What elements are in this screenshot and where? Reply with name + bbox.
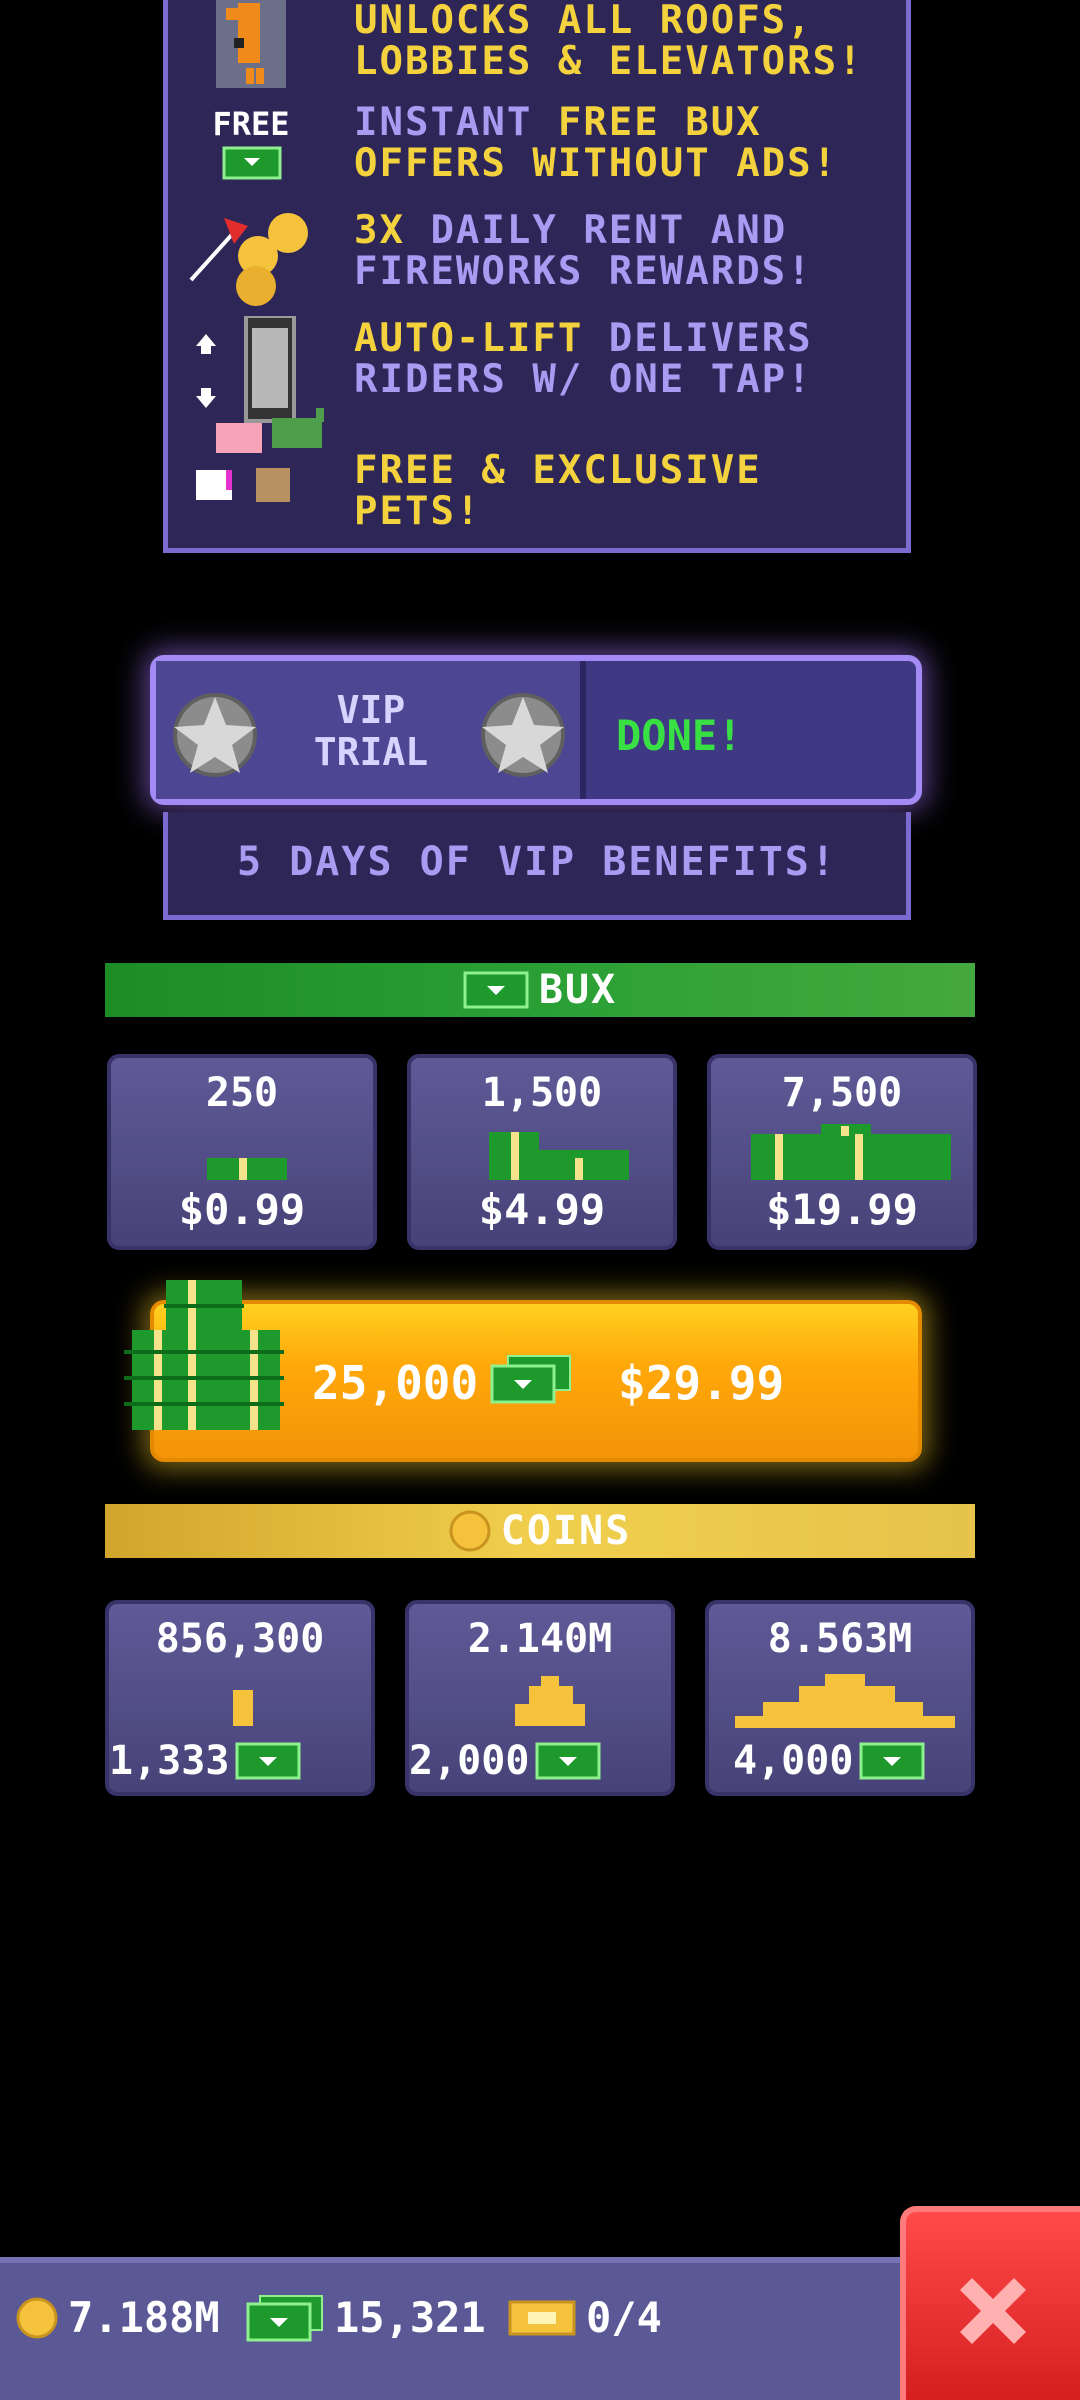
benefit-text: FREE & EXCLUSIVE PETS! bbox=[354, 450, 914, 532]
vip-trial-description: 5 DAYS OF VIP BENEFITS! bbox=[163, 812, 911, 920]
benefit-segment: DELIVERS bbox=[583, 316, 813, 361]
cash-pile-icon bbox=[124, 1280, 284, 1430]
coin-stack-icon bbox=[709, 1670, 971, 1730]
benefit-free-bux: FREE INSTANT FREE BUX OFFERS WITHOUT ADS! bbox=[168, 100, 906, 200]
bux-icon bbox=[859, 1742, 925, 1780]
benefit-segment: AUTO-LIFT bbox=[354, 316, 584, 361]
coin-pack-cost: 2,000 bbox=[409, 1738, 671, 1784]
vip-trial-label-line1: VIP bbox=[336, 688, 406, 732]
vip-trial-badge: VIP TRIAL bbox=[156, 661, 586, 799]
elevator-icon bbox=[186, 314, 316, 423]
vip-benefits-panel: UNLOCKS ALL ROOFS, LOBBIES & ELEVATORS! F… bbox=[163, 0, 911, 553]
benefit-segment: 3X bbox=[354, 208, 405, 253]
star-medal-icon bbox=[170, 687, 260, 777]
bux-balance-value: 15,321 bbox=[334, 2293, 486, 2342]
benefit-segment: LOBBIES & ELEVATORS! bbox=[354, 39, 864, 84]
pixel-pet-icon bbox=[186, 0, 316, 98]
bux-pack-card[interactable]: 250 $0.99 bbox=[107, 1054, 377, 1250]
benefit-text: 3X DAILY RENT AND FIREWORKS REWARDS! bbox=[354, 210, 914, 292]
free-label: FREE bbox=[212, 105, 289, 143]
bux-pack-price: $4.99 bbox=[478, 1185, 606, 1234]
cash-stack-icon bbox=[411, 1124, 673, 1184]
bux-icon bbox=[246, 2294, 323, 2341]
vip-trial-label-line2: TRIAL bbox=[313, 730, 429, 774]
benefit-segment: INSTANT bbox=[354, 100, 558, 145]
benefit-line: 3X DAILY RENT AND bbox=[354, 210, 914, 251]
benefit-line: INSTANT FREE BUX bbox=[354, 102, 914, 143]
benefit-text: INSTANT FREE BUX OFFERS WITHOUT ADS! bbox=[354, 102, 914, 184]
benefit-line: FIREWORKS REWARDS! bbox=[354, 251, 914, 292]
bux-icon bbox=[490, 1355, 571, 1404]
coin-pack-cost-value: 2,000 bbox=[409, 1738, 530, 1784]
tickets-balance: 0/4 bbox=[508, 2293, 662, 2342]
coin-pack-cost: 1,333 bbox=[109, 1738, 371, 1784]
bux-icon bbox=[535, 1742, 601, 1780]
bux-icon bbox=[235, 1742, 301, 1780]
benefit-roofs: UNLOCKS ALL ROOFS, LOBBIES & ELEVATORS! bbox=[168, 0, 906, 98]
coin-stack-icon bbox=[109, 1670, 371, 1730]
benefit-segment: OFFERS WITHOUT ADS! bbox=[354, 141, 839, 186]
pets-icon bbox=[186, 408, 324, 508]
coin-pack-card[interactable]: 8.563M 4,000 bbox=[705, 1600, 975, 1796]
coins-balance: 7.188M bbox=[16, 2293, 220, 2342]
bux-pack-amount: 7,500 bbox=[781, 1070, 903, 1116]
coin-icon bbox=[16, 2297, 58, 2338]
coin-pack-amount: 2.140M bbox=[467, 1616, 613, 1662]
bux-pack-price: $0.99 bbox=[178, 1185, 306, 1234]
big-offer-amount: 25,000 bbox=[312, 1356, 479, 1410]
benefit-line: UNLOCKS ALL ROOFS, bbox=[354, 0, 914, 41]
vip-trial-button[interactable]: VIP TRIAL DONE! bbox=[150, 655, 922, 805]
coins-section-title: COINS bbox=[500, 1508, 632, 1554]
benefit-text: UNLOCKS ALL ROOFS, LOBBIES & ELEVATORS! bbox=[354, 0, 914, 82]
benefit-segment: DAILY RENT AND bbox=[404, 208, 788, 253]
tickets-balance-value: 0/4 bbox=[586, 2293, 662, 2342]
bux-icon bbox=[463, 971, 529, 1009]
bux-pack-card[interactable]: 1,500 $4.99 bbox=[407, 1054, 677, 1250]
coin-pack-cost-value: 4,000 bbox=[733, 1738, 854, 1784]
coin-pack-cost-value: 1,333 bbox=[109, 1738, 230, 1784]
cash-stack-icon bbox=[111, 1124, 373, 1184]
coin-pack-amount: 8.563M bbox=[767, 1616, 913, 1662]
benefit-line: AUTO-LIFT DELIVERS bbox=[354, 318, 914, 359]
vip-trial-status: DONE! bbox=[616, 711, 743, 760]
benefit-line: OFFERS WITHOUT ADS! bbox=[354, 143, 914, 184]
bux-section-title: BUX bbox=[538, 967, 618, 1013]
cash-stack-icon bbox=[711, 1124, 973, 1184]
coin-pack-amount: 856,300 bbox=[155, 1616, 325, 1662]
vip-trial-label: VIP TRIAL bbox=[306, 689, 436, 773]
coin-pack-card[interactable]: 2.140M 2,000 bbox=[405, 1600, 675, 1796]
coin-pack-card[interactable]: 856,300 1,333 bbox=[105, 1600, 375, 1796]
coins-section-header: COINS bbox=[105, 1504, 975, 1558]
close-icon bbox=[960, 2278, 1026, 2344]
benefit-segment: RIDERS W/ ONE TAP! bbox=[354, 357, 813, 402]
benefit-text: AUTO-LIFT DELIVERS RIDERS W/ ONE TAP! bbox=[354, 318, 914, 400]
benefit-segment: UNLOCKS ALL ROOFS, bbox=[354, 0, 813, 43]
benefit-rewards: 3X DAILY RENT AND FIREWORKS REWARDS! bbox=[168, 208, 906, 308]
big-offer-price: $29.99 bbox=[618, 1356, 785, 1410]
coins-balance-value: 7.188M bbox=[68, 2293, 220, 2342]
bux-pack-price: $19.99 bbox=[766, 1185, 918, 1234]
benefit-line: FREE & EXCLUSIVE PETS! bbox=[354, 450, 914, 532]
free-bux-icon: FREE bbox=[186, 100, 316, 200]
benefit-line: RIDERS W/ ONE TAP! bbox=[354, 359, 914, 400]
bux-pack-card[interactable]: 7,500 $19.99 bbox=[707, 1054, 977, 1250]
bux-pack-amount: 250 bbox=[205, 1070, 279, 1116]
bux-balance: 15,321 bbox=[246, 2293, 486, 2342]
benefit-pets: FREE & EXCLUSIVE PETS! bbox=[168, 408, 906, 532]
benefit-auto-lift: AUTO-LIFT DELIVERS RIDERS W/ ONE TAP! bbox=[168, 314, 906, 423]
ticket-icon bbox=[508, 2300, 576, 2335]
bux-section-header: BUX bbox=[105, 963, 975, 1017]
close-button[interactable] bbox=[900, 2206, 1080, 2400]
coin-stack-icon bbox=[409, 1670, 671, 1730]
benefit-segment: FIREWORKS REWARDS! bbox=[354, 249, 813, 294]
star-medal-icon bbox=[478, 687, 568, 777]
bux-pack-amount: 1,500 bbox=[481, 1070, 603, 1116]
coin-pack-cost: 4,000 bbox=[709, 1738, 971, 1784]
coin-icon bbox=[449, 1510, 491, 1552]
benefit-line: LOBBIES & ELEVATORS! bbox=[354, 41, 914, 82]
benefit-segment: FREE & EXCLUSIVE PETS! bbox=[354, 448, 762, 534]
firework-coins-icon bbox=[186, 208, 316, 308]
benefit-segment: FREE BUX bbox=[557, 100, 762, 145]
